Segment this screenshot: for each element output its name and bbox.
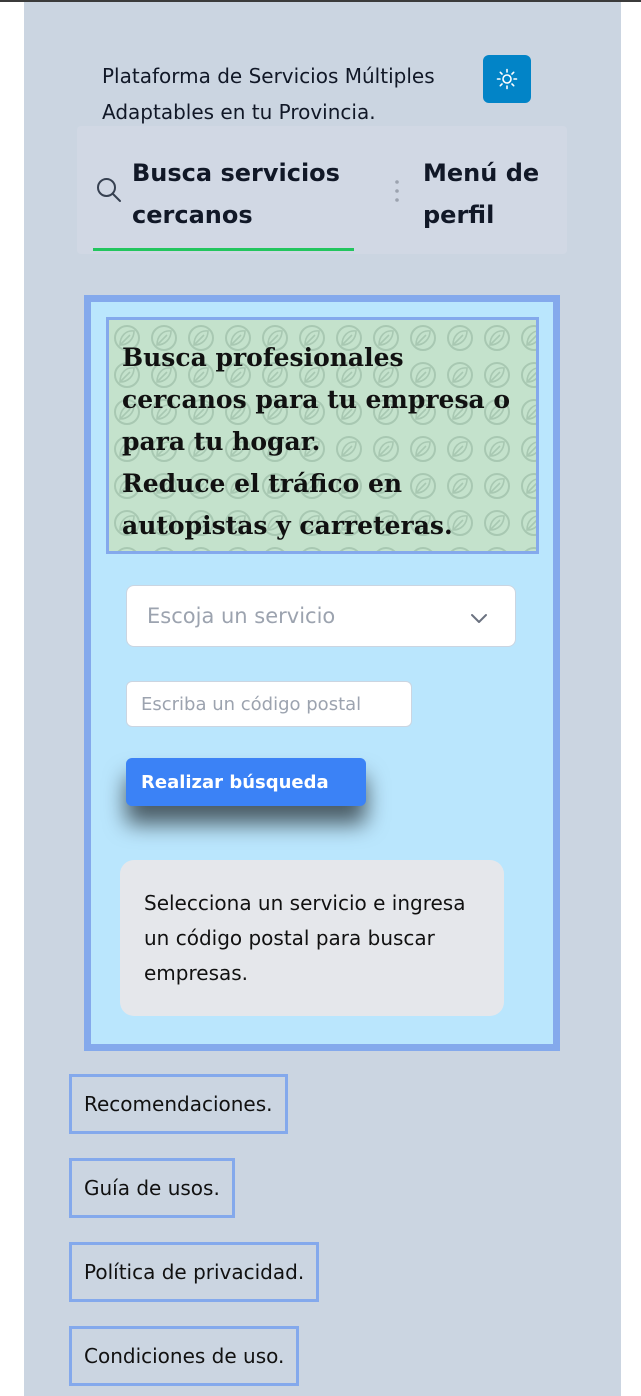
usage-guide-link[interactable]: Guía de usos. xyxy=(69,1158,235,1218)
info-message: Selecciona un servicio e ingresa un códi… xyxy=(120,860,504,1016)
tab-bar: Busca servicios cercanos Menú de perfil xyxy=(77,126,567,254)
hero-line: Busca profesionales xyxy=(122,343,404,372)
terms-of-use-link[interactable]: Condiciones de uso. xyxy=(69,1326,300,1386)
hero-line: autopistas y carreteras. xyxy=(122,511,453,540)
search-card: Busca profesionales cercanos para tu emp… xyxy=(84,295,560,1051)
page-title: Plataforma de Servicios Múltiples Adapta… xyxy=(102,64,435,124)
hero-line: para tu hogar. xyxy=(122,427,321,456)
service-select[interactable]: Escoja un servicio xyxy=(126,585,516,647)
hero-line: cercanos para tu empresa o xyxy=(122,385,511,414)
search-button[interactable]: Realizar búsqueda xyxy=(126,758,366,806)
privacy-policy-link[interactable]: Política de privacidad. xyxy=(69,1242,320,1302)
vertical-dots-icon xyxy=(395,180,399,202)
hero-banner: Busca profesionales cercanos para tu emp… xyxy=(106,317,539,554)
sun-icon xyxy=(496,68,518,90)
tab-profile-menu[interactable]: Menú de perfil xyxy=(423,152,563,236)
hero-line: Reduce el tráfico en xyxy=(122,469,403,498)
postal-code-input[interactable] xyxy=(126,681,412,727)
chevron-down-icon xyxy=(471,614,487,623)
search-icon[interactable] xyxy=(95,176,123,204)
hero-headline: Busca profesionales cercanos para tu emp… xyxy=(109,320,536,547)
tab-search-services[interactable]: Busca servicios cercanos xyxy=(132,152,362,236)
active-tab-indicator xyxy=(93,248,354,251)
recommendations-link[interactable]: Recomendaciones. xyxy=(69,1074,288,1134)
theme-toggle-button[interactable] xyxy=(483,55,531,103)
app-container: Plataforma de Servicios Múltiples Adapta… xyxy=(24,2,621,1396)
service-select-value: Escoja un servicio xyxy=(147,604,336,628)
